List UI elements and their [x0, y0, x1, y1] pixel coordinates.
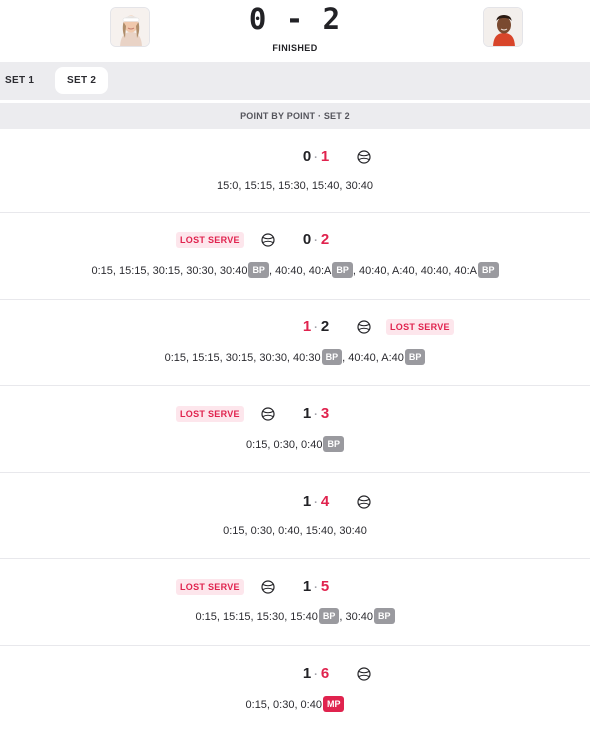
game-score-row: LOST SERVE 0 · 2 [0, 230, 590, 250]
point-sequence: 0:15, 0:30, 0:40, 15:40, 30:40 [223, 525, 367, 537]
break-point-badge: BP [321, 349, 343, 365]
game-score-row: 1 · 2 LOST SERVE [0, 317, 590, 337]
game-row: 0 · 1 15:0, 15:15, 15:30, 15:40, 30:40 [0, 130, 590, 213]
break-point-badge: BP [318, 608, 340, 624]
break-point-badge: BP [478, 262, 499, 278]
game-score-row: 1 · 4 [0, 492, 590, 512]
point-sequence: 0:15, 15:15, 15:30, 15:40 BP, 30:40 BP [0, 608, 590, 626]
game-row: LOST SERVE 1 · 5 0:15, 15:15, 15:30, 15:40… [0, 559, 590, 646]
break-point-badge: BP [373, 608, 395, 624]
tab-set-1[interactable]: SET 1 [5, 67, 34, 94]
tennis-ball-icon [261, 233, 275, 247]
game-score: 0 · 2 [302, 231, 330, 248]
tennis-ball-icon [357, 667, 371, 681]
break-point-badge: BP [404, 349, 426, 365]
break-point-badge: BP [323, 436, 344, 452]
set-tabs: SET 1 SET 2 [0, 62, 590, 100]
game-score: 1 · 4 [302, 493, 330, 510]
lost-serve-badge: LOST SERVE [176, 232, 244, 248]
game-score-row: LOST SERVE 1 · 5 [0, 577, 590, 597]
tennis-ball-icon [357, 150, 371, 164]
game-score-row: LOST SERVE 1 · 3 [0, 404, 590, 424]
lost-serve-badge: LOST SERVE [386, 319, 454, 335]
game-row: LOST SERVE 0 · 2 0:15, 15:15, 30:15, 30:30… [0, 213, 590, 300]
tennis-ball-icon [261, 407, 275, 421]
tennis-ball-icon [261, 580, 275, 594]
match-header: 0 - 2 FINISHED [0, 0, 590, 62]
game-score: 1 · 6 [302, 665, 330, 682]
point-sequence: 15:0, 15:15, 15:30, 15:40, 30:40 [217, 180, 373, 192]
point-sequence: 0:15, 15:15, 30:15, 30:30, 40:30 BP, 40:4… [0, 349, 590, 367]
game-score: 1 · 5 [302, 578, 330, 595]
tennis-ball-icon [357, 495, 371, 509]
break-point-badge: BP [332, 262, 353, 278]
game-row: 1 · 2 LOST SERVE 0:15, 15:15, 30:15, 30:30… [0, 300, 590, 386]
point-sequence: 0:15, 0:30, 0:40 MP [0, 696, 590, 714]
game-row: LOST SERVE 1 · 3 0:15, 0:30, 0:40 BP [0, 386, 590, 473]
game-row: 1 · 4 0:15, 0:30, 0:40, 15:40, 30:40 [0, 473, 590, 559]
point-sequence: 0:15, 15:15, 30:15, 30:30, 30:40 BP, 40:4… [0, 262, 590, 280]
tennis-ball-icon [357, 320, 371, 334]
tab-set-2[interactable]: SET 2 [55, 67, 109, 94]
section-title: POINT BY POINT · SET 2 [0, 103, 590, 129]
game-score-row: 1 · 6 [0, 664, 590, 684]
lost-serve-badge: LOST SERVE [176, 579, 244, 595]
game-score: 0 · 1 [302, 148, 330, 165]
match-point-badge: MP [322, 696, 345, 712]
player-right-avatar[interactable] [483, 7, 523, 47]
break-point-badge: BP [248, 262, 269, 278]
game-row: 1 · 6 0:15, 0:30, 0:40 MP [0, 646, 590, 732]
lost-serve-badge: LOST SERVE [176, 406, 244, 422]
game-score: 1 · 3 [302, 405, 330, 422]
point-sequence: 0:15, 0:30, 0:40 BP [0, 436, 590, 454]
game-score: 1 · 2 [302, 318, 330, 335]
game-score-row: 0 · 1 [0, 147, 590, 167]
